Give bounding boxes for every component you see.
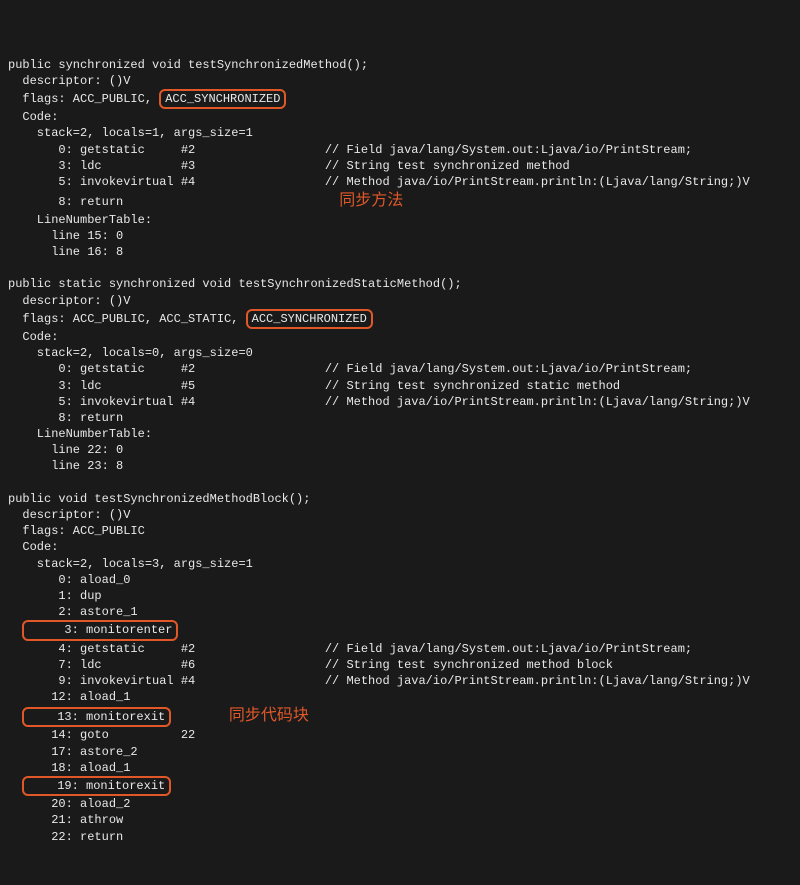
method3-instr-0: 0: aload_0: [8, 573, 130, 587]
highlight-monitorexit-2: 19: monitorexit: [22, 776, 171, 796]
method3-code-label: Code:: [8, 540, 58, 554]
method1-lnt: LineNumberTable:: [8, 213, 152, 227]
method3-instr-1: 1: dup: [8, 589, 102, 603]
method3-instr-20: 20: aload_2: [8, 797, 130, 811]
method3-instr-18: 18: aload_1: [8, 761, 130, 775]
method2-signature: public static synchronized void testSync…: [8, 277, 462, 291]
method3-signature: public void testSynchronizedMethodBlock(…: [8, 492, 310, 506]
method1-lnt-1: line 15: 0: [8, 229, 123, 243]
method2-instr-0: 0: getstatic #2 // Field java/lang/Syste…: [8, 362, 692, 376]
method1-instr-8: 8: return: [8, 195, 123, 209]
method1-stack: stack=2, locals=1, args_size=1: [8, 126, 253, 140]
method1-code-label: Code:: [8, 110, 58, 124]
method2-stack: stack=2, locals=0, args_size=0: [8, 346, 253, 360]
method1-instr-0: 0: getstatic #2 // Field java/lang/Syste…: [8, 143, 692, 157]
method1-flags-prefix: flags: ACC_PUBLIC,: [8, 92, 159, 106]
highlight-acc-synchronized-1: ACC_SYNCHRONIZED: [159, 89, 286, 109]
highlight-monitorexit-1: 13: monitorexit: [22, 707, 171, 727]
method3-instr-22: 22: return: [8, 830, 123, 844]
method1-instr-3: 3: ldc #3 // String test synchronized me…: [8, 159, 570, 173]
highlight-monitorenter: 3: monitorenter: [22, 620, 178, 640]
method2-instr-5: 5: invokevirtual #4 // Method java/io/Pr…: [8, 395, 750, 409]
method3-instr-14: 14: goto 22: [8, 728, 195, 742]
method1-signature: public synchronized void testSynchronize…: [8, 58, 368, 72]
method2-descriptor: descriptor: ()V: [8, 294, 130, 308]
method3-instr-2: 2: astore_1: [8, 605, 138, 619]
method2-lnt-2: line 23: 8: [8, 459, 123, 473]
method3-instr-9: 9: invokevirtual #4 // Method java/io/Pr…: [8, 674, 750, 688]
method3-descriptor: descriptor: ()V: [8, 508, 130, 522]
method3-instr-4: 4: getstatic #2 // Field java/lang/Syste…: [8, 642, 692, 656]
annotation-sync-method: 同步方法: [339, 190, 403, 212]
method3-instr-12: 12: aload_1: [8, 690, 130, 704]
method3-instr-21: 21: athrow: [8, 813, 123, 827]
method2-lnt: LineNumberTable:: [8, 427, 152, 441]
method2-lnt-1: line 22: 0: [8, 443, 123, 457]
method3-stack: stack=2, locals=3, args_size=1: [8, 557, 253, 571]
method1-lnt-2: line 16: 8: [8, 245, 123, 259]
method3-instr-17: 17: astore_2: [8, 745, 138, 759]
method2-flags-prefix: flags: ACC_PUBLIC, ACC_STATIC,: [8, 312, 246, 326]
method2-instr-8: 8: return: [8, 411, 123, 425]
annotation-sync-block: 同步代码块: [229, 705, 309, 727]
method3-flags: flags: ACC_PUBLIC: [8, 524, 145, 538]
method2-instr-3: 3: ldc #5 // String test synchronized st…: [8, 379, 620, 393]
method3-instr-7: 7: ldc #6 // String test synchronized me…: [8, 658, 613, 672]
method1-instr-5: 5: invokevirtual #4 // Method java/io/Pr…: [8, 175, 750, 189]
method1-descriptor: descriptor: ()V: [8, 74, 130, 88]
highlight-acc-synchronized-2: ACC_SYNCHRONIZED: [246, 309, 373, 329]
method2-code-label: Code:: [8, 330, 58, 344]
